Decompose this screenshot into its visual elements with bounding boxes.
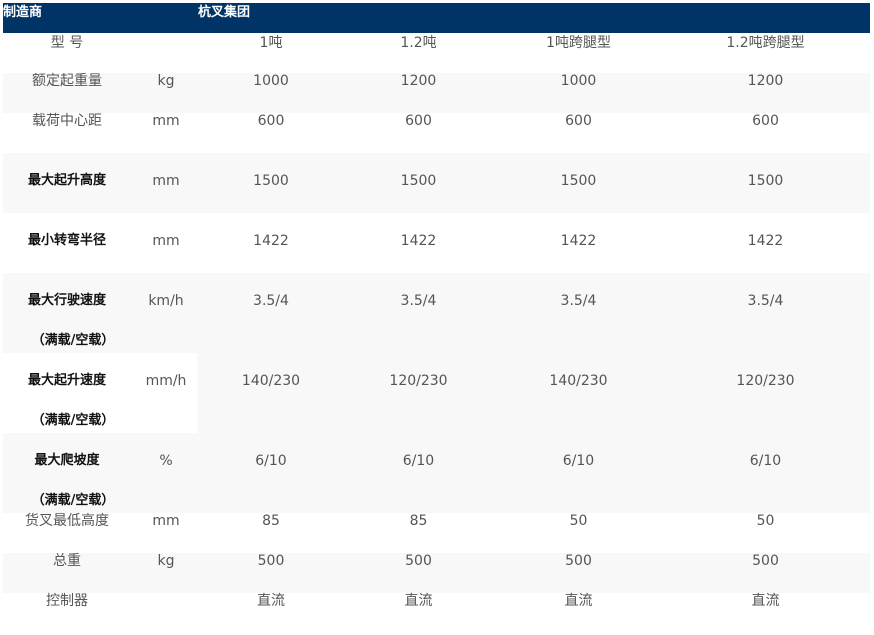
row-unit: mm [152,173,180,189]
cell-min-turning-radius-4: 1422 [747,233,784,249]
cell-max-gradeability-1: 6/10 [255,453,287,469]
row-label: 最大行驶速度 [27,293,106,308]
cell-load-center-2: 600 [405,113,432,129]
row-model: 型 号 1吨 1.2吨 1吨跨腿型 1.2吨跨腿型 [3,33,870,73]
cell-model-1: 1吨 [259,35,283,51]
cell-controller-3: 直流 [564,593,593,609]
cell-load-center-3: 600 [565,113,592,129]
cell-max-lift-speed-3: 140/230 [549,373,608,389]
cell-max-travel-speed-3: 3.5/4 [560,293,597,309]
row-max-lift-height: 最大起升高度 mm 1500 1500 1500 1500 [3,153,870,213]
cell-max-gradeability-2: 6/10 [402,453,435,469]
cell-max-gradeability-4: 6/10 [749,453,782,469]
cell-max-lift-height-2: 1500 [400,173,437,189]
manufacturer-label: 制造商 [3,5,43,20]
row-sublabel: （满载/空载） [31,493,115,508]
row-min-fork-height: 货叉最低高度 mm 85 85 50 50 [3,513,870,553]
cell-min-fork-height-1: 85 [262,513,280,529]
row-label: 货叉最低高度 [25,513,109,529]
cell-rated-load-1: 1000 [253,73,289,89]
row-unit: mm [152,233,180,249]
cell-rated-load-4: 1200 [747,73,784,89]
cell-controller-1: 直流 [257,593,285,609]
row-label: 额定起重量 [32,73,102,89]
row-unit: kg [157,73,175,89]
row-min-turning-radius: 最小转弯半径 mm 1422 1422 1422 1422 [3,213,870,273]
cell-max-travel-speed-2: 3.5/4 [400,293,437,309]
cell-controller-4: 直流 [751,593,780,609]
cell-rated-load-2: 1200 [400,73,437,89]
row-sublabel: （满载/空载） [31,333,115,348]
cell-load-center-1: 600 [257,113,285,129]
cell-model-2: 1.2吨 [400,35,437,51]
cell-max-gradeability-3: 6/10 [562,453,595,469]
manufacturer-value: 杭叉集团 [198,5,251,20]
row-unit: % [159,453,173,469]
cell-controller-2: 直流 [404,593,433,609]
row-label: 最大起升速度 [27,373,106,388]
row-unit: mm [152,513,180,529]
cell-min-turning-radius-2: 1422 [400,233,437,249]
cell-max-lift-speed-4: 120/230 [736,373,795,389]
cell-load-center-4: 600 [752,113,779,129]
row-max-travel-speed: 最大行驶速度 （满载/空载） km/h 3.5/4 3.5/4 3.5/4 3.… [3,273,870,353]
row-label: 最大起升高度 [27,173,106,188]
cell-min-fork-height-2: 85 [409,513,428,529]
spec-table: 制造商 杭叉集团 型 号 1吨 1.2吨 1吨跨腿型 1.2吨跨腿型 额定起重量… [0,0,874,635]
row-controller: 控制器 直流 直流 直流 直流 [3,593,870,633]
cell-total-weight-1: 500 [257,553,285,569]
cell-rated-load-3: 1000 [560,73,597,89]
manufacturer-header: 制造商 杭叉集团 [3,3,870,33]
cell-min-fork-height-4: 50 [756,513,775,529]
cell-max-travel-speed-1: 3.5/4 [253,293,289,309]
row-unit: mm [152,113,180,129]
row-unit: mm/h [145,373,187,389]
row-unit: kg [157,553,175,569]
cell-max-lift-height-1: 1500 [253,173,289,189]
row-sublabel: （满载/空载） [31,413,115,428]
row-label: 型 号 [50,35,84,51]
cell-max-lift-speed-1: 140/230 [241,373,301,389]
cell-model-4: 1.2吨跨腿型 [726,35,805,51]
cell-total-weight-2: 500 [405,553,432,569]
row-label: 最小转弯半径 [27,233,106,248]
row-total-weight: 总重 kg 500 500 500 500 [3,553,870,593]
row-max-lift-speed: 最大起升速度 （满载/空载） mm/h 140/230 120/230 140/… [3,353,870,433]
row-label: 载荷中心距 [32,113,102,129]
row-label: 最大爬坡度 [34,453,100,468]
row-max-gradeability: 最大爬坡度 （满载/空载） % 6/10 6/10 6/10 6/10 [3,433,870,513]
row-unit: km/h [148,293,184,309]
cell-max-lift-height-3: 1500 [560,173,597,189]
row-rated-load: 额定起重量 kg 1000 1200 1000 1200 [3,73,870,113]
row-load-center: 载荷中心距 mm 600 600 600 600 [3,113,870,153]
cell-max-lift-height-4: 1500 [747,173,784,189]
row-label: 总重 [53,553,81,569]
cell-total-weight-4: 500 [752,553,779,569]
cell-total-weight-3: 500 [565,553,592,569]
cell-model-3: 1吨跨腿型 [546,35,611,51]
row-label: 控制器 [46,593,88,609]
cell-min-fork-height-3: 50 [569,513,588,529]
cell-min-turning-radius-3: 1422 [560,233,597,249]
cell-max-lift-speed-2: 120/230 [389,373,448,389]
cell-min-turning-radius-1: 1422 [253,233,289,249]
cell-max-travel-speed-4: 3.5/4 [747,293,784,309]
